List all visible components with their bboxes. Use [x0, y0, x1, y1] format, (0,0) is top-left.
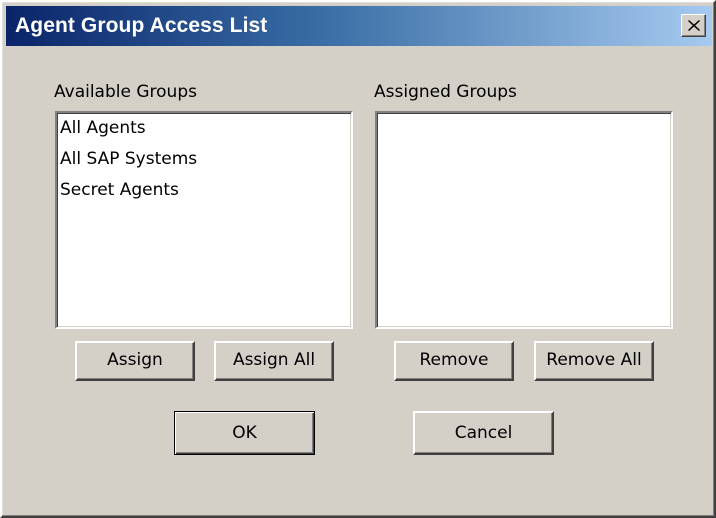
list-item[interactable]: All SAP Systems [57, 144, 351, 175]
list-item[interactable]: All Agents [57, 113, 351, 144]
assign-all-button-label: Assign All [232, 350, 316, 370]
list-item[interactable]: Secret Agents [57, 175, 351, 206]
cancel-button[interactable]: Cancel [413, 411, 554, 455]
close-icon [688, 20, 700, 31]
available-groups-list[interactable]: All Agents All SAP Systems Secret Agents [55, 111, 353, 329]
title-bar[interactable]: Agent Group Access List [6, 6, 712, 46]
cancel-button-label: Cancel [454, 423, 513, 443]
close-button[interactable] [681, 14, 706, 37]
assign-button-label: Assign [107, 350, 163, 370]
ok-button[interactable]: OK [174, 411, 315, 455]
remove-button-label: Remove [419, 350, 489, 370]
assign-button[interactable]: Assign [75, 341, 195, 381]
remove-all-button-label: Remove All [546, 350, 642, 370]
remove-button[interactable]: Remove [394, 341, 514, 381]
assigned-groups-list[interactable] [375, 111, 673, 329]
remove-all-button[interactable]: Remove All [534, 341, 654, 381]
assign-all-button[interactable]: Assign All [214, 341, 334, 381]
dialog-window: Agent Group Access List Available Groups… [0, 0, 716, 518]
available-groups-label: Available Groups [54, 82, 197, 102]
assigned-groups-label: Assigned Groups [374, 82, 517, 102]
window-title: Agent Group Access List [15, 14, 268, 37]
ok-button-label: OK [232, 423, 257, 443]
